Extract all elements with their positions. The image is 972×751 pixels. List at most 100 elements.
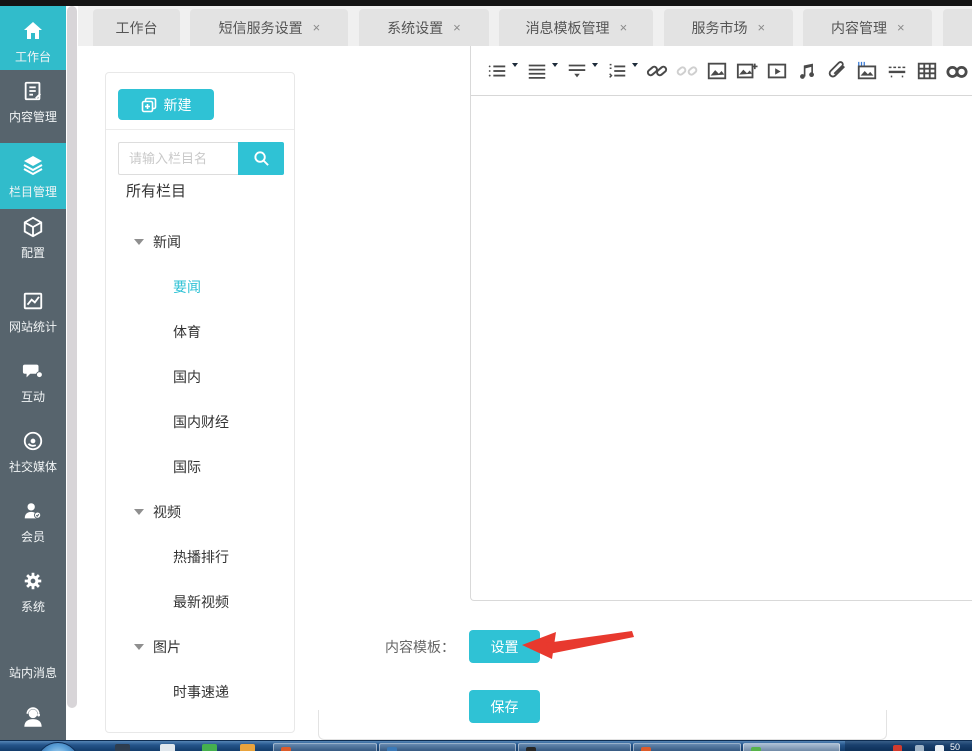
document-icon [0,78,66,104]
close-icon[interactable]: × [620,20,642,35]
tab-service-market[interactable]: 服务市场 × [663,9,793,46]
sidebar-item-customer-service[interactable] [0,704,66,740]
tab-label: 系统设置 [387,19,444,36]
tray-icon[interactable] [893,745,902,751]
taskbar-window-button[interactable] [518,743,631,751]
column-search [118,142,284,175]
scrawl-icon[interactable] [736,60,758,82]
template-settings-button[interactable]: 设置 [469,630,540,663]
video-icon[interactable] [766,60,788,82]
dropdown-caret-icon[interactable] [632,62,638,67]
tree-node-hot-ranking[interactable]: 热播排行 [106,534,294,579]
close-icon[interactable]: × [758,20,780,35]
sidebar-item-social-media[interactable]: 社交媒体 [0,428,66,484]
sidebar-item-label: 会员 [20,530,45,544]
chart-icon [0,288,66,314]
tab-workbench[interactable]: 工作台 [93,9,180,46]
tree-node-label: 视频 [153,503,181,520]
taskbar-pinned-icon[interactable] [240,744,255,751]
column-tree-panel: 新建 所有栏目 新闻 要闻 体育 国内 [105,72,295,733]
tree-node-news[interactable]: 新闻 [106,219,294,264]
tree-node-domestic[interactable]: 国内 [106,354,294,399]
sidebar-item-config[interactable]: 配置 [0,214,66,270]
search-replace-icon[interactable] [946,60,968,82]
save-button[interactable]: 保存 [469,690,540,723]
column-search-input[interactable] [118,142,238,175]
snapshot-icon[interactable] [856,60,878,82]
tab-message-templates[interactable]: 消息模板管理 × [499,9,654,46]
taskbar-window-button[interactable] [273,743,377,751]
unlink-icon [676,60,698,82]
tab-sms-service-settings[interactable]: 短信服务设置 × [190,9,349,46]
align-icon[interactable] [526,60,548,82]
tree-node-pictures[interactable]: 图片 [106,624,294,669]
tree-node-video[interactable]: 视频 [106,489,294,534]
list-style-icon[interactable] [606,60,628,82]
sidebar-item-column-mgmt[interactable]: 栏目管理 [0,143,66,209]
tab-label: 短信服务设置 [218,19,303,36]
chevron-down-icon[interactable] [134,643,144,650]
attachment-icon[interactable] [826,60,848,82]
sidebar-item-label: 站内消息 [8,666,57,680]
link-icon[interactable] [646,60,668,82]
sidebar-item-site-messages[interactable]: 站内消息 [0,664,66,686]
tray-icon[interactable] [935,745,944,751]
tree-node-label: 国内 [173,368,201,385]
tray-icon[interactable] [915,745,924,751]
sidebar-item-label: 配置 [20,246,45,260]
sidebar-item-system[interactable]: 系统 [0,568,66,620]
tree-node-label: 热播排行 [173,548,229,565]
start-button[interactable] [36,742,80,751]
dropdown-caret-icon[interactable] [512,62,518,67]
content-template-label: 内容模板： [385,639,455,655]
tree-node-international[interactable]: 国际 [106,444,294,489]
dropdown-caret-icon[interactable] [552,62,558,67]
tree-node-domestic-finance[interactable]: 国内财经 [106,399,294,444]
sidebar-item-label: 系统 [20,600,45,614]
close-icon[interactable]: × [453,20,475,35]
taskbar-window-button[interactable] [633,743,741,751]
sidebar-item-workbench[interactable]: 工作台 [0,6,66,70]
taskbar-pinned-icon[interactable] [160,744,175,751]
new-column-button[interactable]: 新建 [118,89,214,120]
sidebar-item-interaction[interactable]: 互动 [0,358,66,410]
taskbar-window-button-active[interactable] [743,743,840,751]
music-icon[interactable] [796,60,818,82]
search-icon [253,150,270,167]
tree-node-label: 时事速递 [173,683,229,700]
tree-node-label: 图片 [153,638,181,655]
column-search-button[interactable] [238,142,284,175]
chat-icon [0,358,66,384]
tree-node-sports[interactable]: 体育 [106,309,294,354]
chevron-down-icon[interactable] [134,508,144,515]
chevron-down-icon[interactable] [134,238,144,245]
taskbar-pinned-icon[interactable] [202,744,217,751]
sidebar-item-members[interactable]: 会员 [0,498,66,550]
image-icon[interactable] [706,60,728,82]
app-window: 工作台 内容管理 栏目管理 配置 网站统计 互动 社交媒体 会员 系统 站内消息… [0,0,972,751]
ordered-list-icon[interactable] [486,60,508,82]
sidebar-item-content-mgmt[interactable]: 内容管理 [0,78,66,138]
horizontal-rule-icon[interactable] [886,60,908,82]
editor-body[interactable] [471,96,972,600]
sidebar-scrollbar-thumb[interactable] [67,6,77,708]
taskbar-pinned-icon[interactable] [115,744,130,751]
tab-site-mgmt[interactable]: 站点管理 × [942,9,972,46]
close-icon[interactable]: × [313,20,335,35]
sidebar-item-site-stats[interactable]: 网站统计 [0,288,66,344]
sidebar-item-label: 网站统计 [8,320,57,334]
tree-node-latest-video[interactable]: 最新视频 [106,579,294,624]
tab-system-settings[interactable]: 系统设置 × [358,9,489,46]
tree-node-current-events[interactable]: 时事速递 [106,669,294,714]
tree-node-label: 国内财经 [173,413,229,430]
dropdown-caret-icon[interactable] [592,62,598,67]
table-icon[interactable] [916,60,938,82]
home-icon [0,18,66,44]
taskbar-window-button[interactable] [379,743,516,751]
line-height-icon[interactable] [566,60,588,82]
tree-node-top-news[interactable]: 要闻 [106,264,294,309]
close-icon[interactable]: × [897,20,919,35]
tree-node-label: 体育 [173,323,201,340]
tab-content-mgmt[interactable]: 内容管理 × [803,9,933,46]
system-tray: 50 [845,741,972,751]
